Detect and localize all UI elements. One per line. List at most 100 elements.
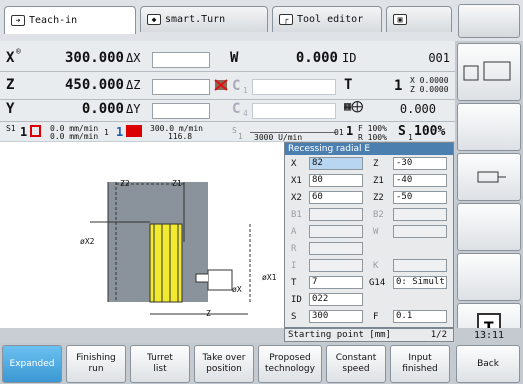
help-graphic: Z2 Z1 øX2 øX1 øX Z xyxy=(0,142,284,328)
z2-label: Z2 xyxy=(120,179,130,188)
spindle-override-value: 100% xyxy=(414,124,446,139)
field-id-label: ID xyxy=(291,295,302,305)
finishing-run-button[interactable]: Finishing run xyxy=(66,345,126,383)
field-r-label: R xyxy=(291,244,297,254)
z-label: Z xyxy=(206,309,211,318)
tab-save[interactable]: ▣ xyxy=(386,6,452,32)
clock: 13:11 xyxy=(455,328,523,343)
field-b2-label: B2 xyxy=(373,210,384,220)
c4-field xyxy=(252,103,336,119)
delta-y-field xyxy=(152,103,210,119)
axis-c4-sub: 4 xyxy=(243,109,248,118)
c1-field xyxy=(252,79,336,95)
tool-button[interactable] xyxy=(457,153,521,201)
field-x2-input[interactable]: 60 xyxy=(309,191,363,204)
field-s-label: S xyxy=(291,312,297,322)
delta-x-field xyxy=(152,52,210,68)
field-w-label: W xyxy=(373,227,379,237)
field-b2-input[interactable] xyxy=(393,208,447,221)
override-channel: 1 xyxy=(346,124,354,138)
spindle-position: 0.000 xyxy=(399,102,436,116)
field-z-input[interactable]: -30 xyxy=(393,157,447,170)
field-f-input[interactable]: 0.1 xyxy=(393,310,447,323)
axis-z-value: 450.000 xyxy=(64,77,124,93)
field-g14-label: G14 xyxy=(369,278,386,288)
axis-w-value: 0.000 xyxy=(295,50,338,66)
delta-z-field xyxy=(152,79,210,95)
turret-list-button[interactable]: Turret list xyxy=(130,345,190,383)
machine-status-button[interactable] xyxy=(457,43,521,101)
tab-teach-in[interactable]: ➜ Teach-in xyxy=(4,6,136,34)
tool-t-value: 1 xyxy=(394,78,403,94)
field-g14-select[interactable]: 0: Simult xyxy=(393,276,447,289)
softkey-side-2[interactable] xyxy=(457,103,521,151)
field-z1-input[interactable]: -40 xyxy=(393,174,447,187)
axis-x-value: 300.000 xyxy=(64,50,124,66)
tab-tool-editor[interactable]: ┌ Tool editor xyxy=(272,6,382,32)
constant-speed-button[interactable]: Constant speed xyxy=(326,345,386,383)
feed-override: F 100% xyxy=(358,124,387,133)
divider xyxy=(0,71,455,72)
field-s-input[interactable]: 300 xyxy=(309,310,363,323)
rpm-value: 3000 U/min xyxy=(254,133,303,142)
feed-2-line2: 116.8 xyxy=(168,132,193,141)
field-x-label: X xyxy=(291,159,297,169)
recess-diagram xyxy=(90,182,251,315)
axis-c1-sub: 1 xyxy=(243,86,248,95)
field-x2-label: X2 xyxy=(291,193,302,203)
field-k-input[interactable] xyxy=(393,259,447,272)
field-t-input[interactable]: 7 xyxy=(309,276,363,289)
axis-c4-label: C xyxy=(232,101,241,117)
chuck-icon xyxy=(214,77,228,93)
arrow-right-icon: ➜ xyxy=(11,15,25,26)
id-value: 001 xyxy=(428,51,450,65)
tab-label: Tool editor xyxy=(297,14,364,25)
tool-icon: ┌ xyxy=(279,14,293,25)
field-z-label: Z xyxy=(373,159,379,169)
back-button[interactable]: Back xyxy=(456,345,520,383)
field-a-input[interactable] xyxy=(309,225,363,238)
tab-smart-turn[interactable]: ◆ smart.Turn xyxy=(140,6,268,32)
mode-button[interactable] xyxy=(458,4,520,38)
spindle-override-sub: 1 xyxy=(408,133,413,142)
tab-label: smart.Turn xyxy=(165,14,226,25)
x-label: øX xyxy=(232,285,242,294)
field-x1-label: X1 xyxy=(291,176,302,186)
softkey-side-5[interactable] xyxy=(457,253,521,301)
softkey-side-4[interactable] xyxy=(457,203,521,251)
channel-num-2: 1 xyxy=(116,125,124,139)
proposed-technology-button[interactable]: Proposed technology xyxy=(258,345,322,383)
delta-x-label: ΔX xyxy=(126,51,141,65)
axis-x-label: X xyxy=(6,50,15,66)
field-x-input[interactable]: 82 xyxy=(309,157,363,170)
field-f-label: F xyxy=(373,312,379,322)
field-id-input[interactable]: 022 xyxy=(309,293,363,306)
field-r-input[interactable] xyxy=(309,242,363,255)
field-z2-input[interactable]: -50 xyxy=(393,191,447,204)
field-i-label: I xyxy=(291,261,297,271)
vertical-softkeys: T xyxy=(455,41,523,359)
status-bar: Starting point [mm] 1/2 xyxy=(284,328,454,342)
field-b1-label: B1 xyxy=(291,210,302,220)
x2-label: øX2 xyxy=(80,237,95,246)
field-z2-label: Z2 xyxy=(373,193,384,203)
field-b1-input[interactable] xyxy=(309,208,363,221)
delta-z-label: ΔZ xyxy=(126,78,141,92)
field-x1-input[interactable]: 80 xyxy=(309,174,363,187)
field-i-input[interactable] xyxy=(309,259,363,272)
divider xyxy=(0,99,455,100)
expanded-button[interactable]: Expanded xyxy=(2,345,62,383)
axis-w-label: W xyxy=(230,50,239,66)
diamond-arrow-icon: ◆ xyxy=(147,14,161,25)
top-tab-bar: ➜ Teach-in ◆ smart.Turn ┌ Tool editor ▣ xyxy=(0,0,523,41)
status-text: Starting point [mm] xyxy=(288,330,391,340)
turret-icon xyxy=(477,171,506,183)
axis-z-label: Z xyxy=(6,77,15,93)
tool-t-label: T xyxy=(344,77,353,93)
gear-value: 01 xyxy=(334,128,344,137)
dialog-title: Recessing radial E xyxy=(285,143,453,155)
field-w-input[interactable] xyxy=(393,225,447,238)
spindle-gauge xyxy=(250,125,336,133)
input-finished-button[interactable]: Input finished xyxy=(390,345,450,383)
take-over-position-button[interactable]: Take over position xyxy=(194,345,254,383)
